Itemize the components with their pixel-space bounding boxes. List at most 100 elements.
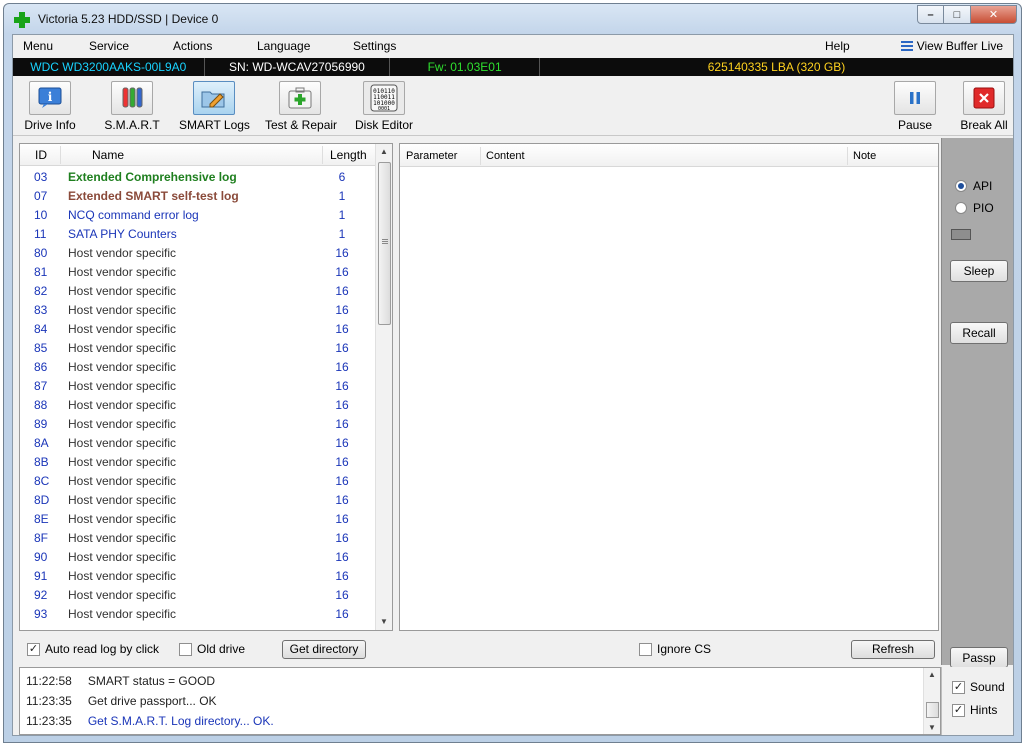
table-row[interactable]: 10 NCQ command error log 1 xyxy=(20,206,376,225)
menu-settings[interactable]: Settings xyxy=(353,39,396,53)
row-name: Host vendor specific xyxy=(68,436,177,450)
row-length: 16 xyxy=(335,531,349,545)
col-name[interactable]: Name xyxy=(92,148,124,162)
row-length: 16 xyxy=(335,569,349,583)
row-length: 16 xyxy=(335,455,349,469)
row-name: Host vendor specific xyxy=(68,607,177,621)
table-row[interactable]: 8E Host vendor specific 16 xyxy=(20,510,376,529)
row-name: Host vendor specific xyxy=(68,531,177,545)
row-name: Host vendor specific xyxy=(68,588,177,602)
row-length: 16 xyxy=(335,417,349,431)
table-row[interactable]: 85 Host vendor specific 16 xyxy=(20,339,376,358)
col-id[interactable]: ID xyxy=(35,148,47,162)
get-directory-button[interactable]: Get directory xyxy=(282,640,366,659)
minimize-button[interactable]: – xyxy=(917,5,944,24)
table-row[interactable]: 86 Host vendor specific 16 xyxy=(20,358,376,377)
smart-log-list[interactable]: ID Name Length 03 Extended Comprehensive … xyxy=(19,143,393,631)
table-row[interactable]: 8C Host vendor specific 16 xyxy=(20,472,376,491)
row-name: Host vendor specific xyxy=(68,550,177,564)
menu-help[interactable]: Help xyxy=(825,39,850,53)
menu-menu[interactable]: Menu xyxy=(23,39,53,53)
table-row[interactable]: 91 Host vendor specific 16 xyxy=(20,567,376,586)
table-row[interactable]: 8F Host vendor specific 16 xyxy=(20,529,376,548)
console-line: 11:23:35 Get drive passport... OK xyxy=(26,694,217,708)
view-buffer-live[interactable]: View Buffer Live xyxy=(900,39,1003,53)
scroll-down-arrow-icon[interactable]: ▼ xyxy=(376,614,392,630)
table-row[interactable]: 8A Host vendor specific 16 xyxy=(20,434,376,453)
pio-radio[interactable]: PIO xyxy=(955,201,994,215)
scroll-thumb[interactable] xyxy=(378,162,391,325)
view-buffer-label: View Buffer Live xyxy=(916,39,1003,53)
menu-language[interactable]: Language xyxy=(257,39,310,53)
row-name: Host vendor specific xyxy=(68,398,177,412)
pause-icon xyxy=(894,81,936,115)
refresh-button[interactable]: Refresh xyxy=(851,640,935,659)
pause-button[interactable]: Pause xyxy=(880,81,950,135)
break-all-button[interactable]: Break All xyxy=(949,81,1019,135)
console-scroll-up-icon[interactable]: ▲ xyxy=(928,670,936,679)
sound-checkbox[interactable]: ✓ Sound xyxy=(952,680,1005,694)
log-detail-table[interactable]: Parameter Content Note xyxy=(399,143,939,631)
auto-read-checkbox[interactable]: ✓ Auto read log by click xyxy=(27,642,159,656)
hints-checkbox[interactable]: ✓ Hints xyxy=(952,703,997,717)
row-length: 16 xyxy=(335,398,349,412)
table-row[interactable]: 88 Host vendor specific 16 xyxy=(20,396,376,415)
console-message: Get S.M.A.R.T. Log directory... OK. xyxy=(87,714,274,728)
row-id: 8D xyxy=(34,493,50,507)
table-row[interactable]: 8B Host vendor specific 16 xyxy=(20,453,376,472)
table-row[interactable]: 89 Host vendor specific 16 xyxy=(20,415,376,434)
table-row[interactable]: 87 Host vendor specific 16 xyxy=(20,377,376,396)
smart-logs-button[interactable]: SMART Logs xyxy=(179,81,250,135)
table-row[interactable]: 81 Host vendor specific 16 xyxy=(20,263,376,282)
log-list-scrollbar[interactable]: ▲ ▼ xyxy=(375,144,392,630)
table-row[interactable]: 80 Host vendor specific 16 xyxy=(20,244,376,263)
col-note[interactable]: Note xyxy=(853,150,876,162)
col-length[interactable]: Length xyxy=(330,148,367,162)
console-line: 11:23:35 Get S.M.A.R.T. Log directory... … xyxy=(26,714,274,728)
row-id: 8F xyxy=(34,531,49,545)
drive-info-button[interactable]: i Drive Info xyxy=(15,81,85,135)
ignore-cs-checkbox[interactable]: Ignore CS xyxy=(639,642,711,656)
table-row[interactable]: 84 Host vendor specific 16 xyxy=(20,320,376,339)
menu-service[interactable]: Service xyxy=(89,39,129,53)
row-id: 83 xyxy=(34,303,48,317)
row-length: 16 xyxy=(335,588,349,602)
col-parameter[interactable]: Parameter xyxy=(406,150,457,162)
row-name: Host vendor specific xyxy=(68,569,177,583)
info-icon: i xyxy=(29,81,71,115)
table-row[interactable]: 83 Host vendor specific 16 xyxy=(20,301,376,320)
passp-button[interactable]: Passp xyxy=(950,647,1008,668)
test-repair-button[interactable]: Test & Repair xyxy=(265,81,337,135)
console-scroll-thumb[interactable] xyxy=(926,702,939,718)
first-aid-kit-icon xyxy=(279,81,321,115)
row-length: 16 xyxy=(335,265,349,279)
table-row[interactable]: 03 Extended Comprehensive log 6 xyxy=(20,168,376,187)
close-button[interactable]: ✕ xyxy=(971,5,1017,24)
table-row[interactable]: 93 Host vendor specific 16 xyxy=(20,605,376,624)
table-row[interactable]: 07 Extended SMART self-test log 1 xyxy=(20,187,376,206)
table-row[interactable]: 92 Host vendor specific 16 xyxy=(20,586,376,605)
row-length: 16 xyxy=(335,341,349,355)
table-row[interactable]: 82 Host vendor specific 16 xyxy=(20,282,376,301)
row-id: 81 xyxy=(34,265,48,279)
console-scrollbar[interactable]: ▲ ▼ xyxy=(923,668,940,734)
table-row[interactable]: 8D Host vendor specific 16 xyxy=(20,491,376,510)
table-row[interactable]: 90 Host vendor specific 16 xyxy=(20,548,376,567)
checkbox-checked-icon: ✓ xyxy=(27,642,40,656)
menu-actions[interactable]: Actions xyxy=(173,39,212,53)
log-options-bar: ✓ Auto read log by click Old drive Get d… xyxy=(13,634,939,664)
col-content[interactable]: Content xyxy=(486,150,525,162)
recall-button[interactable]: Recall xyxy=(950,322,1008,344)
smart-button[interactable]: S.M.A.R.T xyxy=(97,81,167,135)
maximize-button[interactable]: □ xyxy=(944,5,971,24)
sleep-button[interactable]: Sleep xyxy=(950,260,1008,282)
disk-editor-button[interactable]: 010110 110011 101000 0001 Disk Editor xyxy=(349,81,419,135)
row-id: 92 xyxy=(34,588,48,602)
table-row[interactable]: 11 SATA PHY Counters 1 xyxy=(20,225,376,244)
scroll-up-arrow-icon[interactable]: ▲ xyxy=(376,144,392,160)
api-radio[interactable]: API xyxy=(955,179,992,193)
old-drive-checkbox[interactable]: Old drive xyxy=(179,642,245,656)
drive-capacity: 625140335 LBA (320 GB) xyxy=(539,58,1013,76)
console-scroll-down-icon[interactable]: ▼ xyxy=(928,723,936,732)
row-id: 8A xyxy=(34,436,49,450)
